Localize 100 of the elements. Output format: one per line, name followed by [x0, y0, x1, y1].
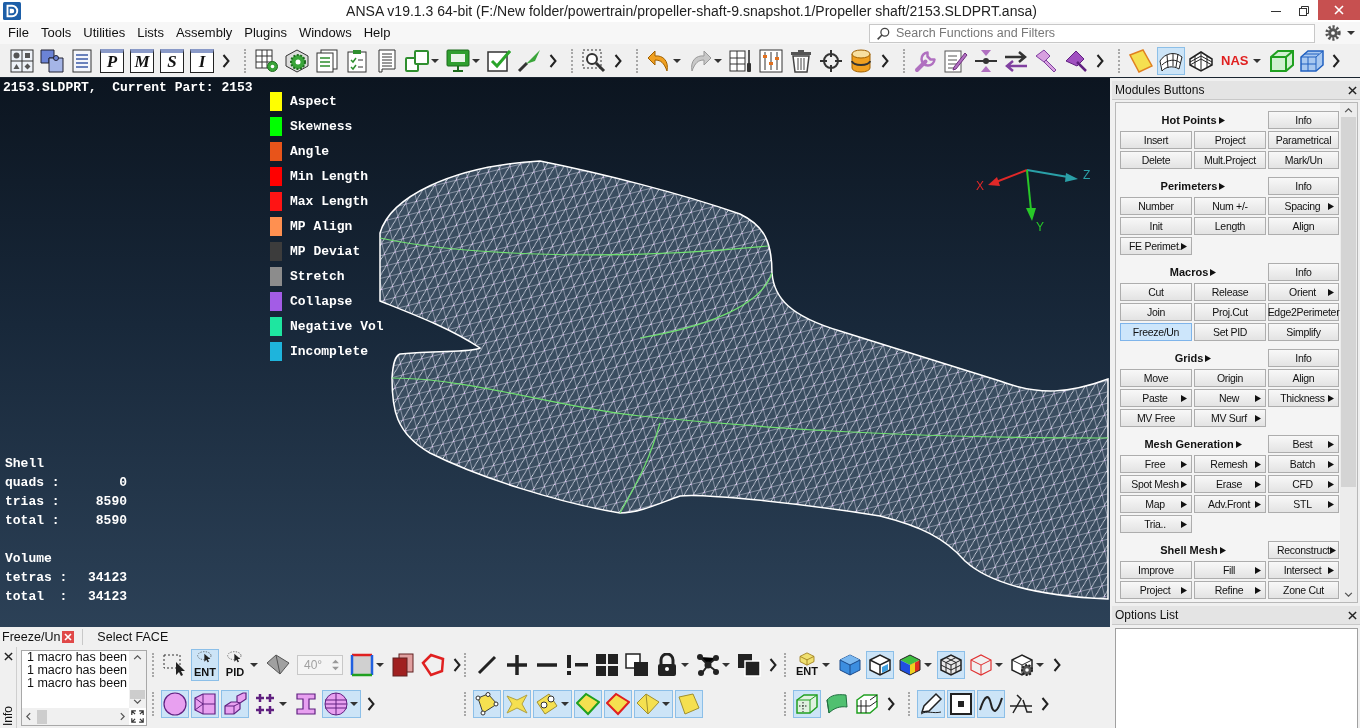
menu-item[interactable]: Lists	[131, 23, 170, 43]
chevron-icon[interactable]	[881, 53, 889, 68]
section-title[interactable]: Grids	[1120, 349, 1266, 367]
scrollbar-thumb[interactable]	[1341, 117, 1356, 487]
chevron-icon[interactable]	[1096, 53, 1104, 68]
minimize-icon[interactable]	[1271, 10, 1281, 12]
module-button[interactable]: Improve	[1120, 561, 1192, 579]
solid-cube-icon[interactable]	[838, 652, 862, 677]
puzzle-icon[interactable]	[40, 48, 64, 73]
node-network-icon[interactable]	[696, 652, 720, 677]
module-button[interactable]: Orient	[1268, 283, 1339, 301]
module-button[interactable]: Intersect	[1268, 561, 1339, 579]
module-button[interactable]: Info	[1268, 349, 1339, 367]
chevron-right-icon[interactable]	[120, 712, 125, 721]
letter-button[interactable]: P	[100, 48, 124, 73]
module-button[interactable]: Align	[1268, 217, 1339, 235]
module-button[interactable]: Delete	[1120, 151, 1192, 169]
four-point-star-button[interactable]	[503, 689, 531, 718]
function-tab[interactable]: Freeze/Un	[0, 630, 75, 644]
menu-item[interactable]: Tools	[34, 23, 78, 43]
clipboard-check-icon[interactable]	[345, 48, 369, 73]
prism-button[interactable]	[191, 689, 219, 718]
chevron-icon[interactable]	[222, 53, 230, 68]
crosshair-icon[interactable]	[819, 48, 843, 73]
expand-icon[interactable]	[131, 710, 144, 723]
menu-item[interactable]: Utilities	[77, 23, 132, 43]
lock-icon[interactable]	[655, 652, 679, 677]
section-title[interactable]: Mesh Generation	[1120, 435, 1266, 453]
caret-icon[interactable]	[714, 58, 722, 63]
module-button[interactable]: Proj.Cut	[1194, 303, 1266, 321]
mesh-box-frame-button[interactable]	[793, 689, 821, 718]
module-button[interactable]: Best	[1268, 435, 1339, 453]
module-button[interactable]: Number	[1120, 197, 1192, 215]
trash-icon[interactable]	[789, 48, 813, 73]
module-button[interactable]: Map	[1120, 495, 1192, 513]
hammer-icon[interactable]	[1034, 48, 1058, 73]
spatula-icon[interactable]	[1064, 48, 1088, 73]
module-button[interactable]: Join	[1120, 303, 1192, 321]
module-button[interactable]: Origin	[1194, 369, 1266, 387]
two-windows-icon[interactable]	[405, 48, 429, 73]
cube-gear-icon[interactable]	[1010, 652, 1034, 677]
curved-block-icon[interactable]	[825, 691, 849, 716]
align-center-icon[interactable]	[974, 48, 998, 73]
quad-points-button[interactable]	[473, 689, 501, 718]
letter-button[interactable]: I	[190, 48, 214, 73]
module-button[interactable]: Reconstruct	[1268, 541, 1339, 559]
module-button[interactable]: Simplify	[1268, 323, 1339, 341]
module-button[interactable]: New	[1194, 389, 1266, 407]
menu-item[interactable]: Assembly	[169, 23, 239, 43]
curve-button[interactable]	[976, 689, 1005, 718]
caret-icon[interactable]	[681, 662, 689, 667]
polygon-icon[interactable]	[421, 652, 445, 677]
chevron-up-icon[interactable]	[1344, 108, 1353, 113]
grid-cube-button[interactable]	[937, 650, 965, 679]
scrollbar-thumb[interactable]	[37, 709, 47, 724]
close-icon[interactable]	[1348, 85, 1357, 95]
plus-icon[interactable]	[505, 652, 529, 677]
menu-item[interactable]: Help	[357, 23, 397, 43]
module-button[interactable]: MV Surf	[1194, 409, 1266, 427]
settings-icon[interactable]	[1325, 25, 1341, 41]
notepad-pencil-icon[interactable]	[944, 48, 968, 73]
chevron-icon[interactable]	[1332, 53, 1341, 68]
box-frame-icon[interactable]	[1270, 48, 1295, 73]
stacked-squares-icon[interactable]	[737, 652, 761, 677]
caret-icon[interactable]	[995, 662, 1003, 667]
module-button[interactable]: Tria..	[1120, 515, 1192, 533]
module-button[interactable]: MV Free	[1120, 409, 1192, 427]
close-icon[interactable]	[1348, 610, 1357, 620]
grid-block-icon[interactable]	[855, 691, 879, 716]
menu-item[interactable]: Windows	[292, 23, 358, 43]
square-dot-button[interactable]	[946, 689, 975, 718]
extrude-button[interactable]	[221, 689, 249, 718]
menu-item[interactable]: Plugins	[238, 23, 293, 43]
module-button[interactable]: Edge2Perimeter	[1268, 303, 1339, 321]
deck-button[interactable]: NAS	[1217, 46, 1267, 75]
mesh-box-icon[interactable]	[1300, 48, 1325, 73]
sphere-lines-button[interactable]	[322, 689, 361, 718]
section-title[interactable]: Perimeters	[1120, 177, 1266, 195]
mesh-surface-button[interactable]	[1157, 46, 1185, 75]
module-button[interactable]: Thickness	[1268, 389, 1339, 407]
contour-cube-icon[interactable]	[898, 652, 922, 677]
module-button[interactable]: Refine	[1194, 581, 1266, 599]
face-outline-button[interactable]	[574, 689, 602, 718]
close-icon[interactable]	[3, 652, 13, 661]
module-button[interactable]: Free	[1120, 455, 1192, 473]
monitor-icon[interactable]	[446, 48, 470, 73]
chevron-icon[interactable]	[1040, 696, 1049, 711]
caret-icon[interactable]	[431, 58, 439, 63]
wrench-icon[interactable]	[914, 48, 938, 73]
list-icon[interactable]	[70, 48, 94, 73]
module-button[interactable]: Parametrical	[1268, 131, 1339, 149]
four-squares-icon[interactable]	[595, 652, 619, 677]
scrollbar-thumb[interactable]	[130, 690, 145, 699]
module-button[interactable]: Info	[1268, 263, 1339, 281]
caret-icon[interactable]	[279, 701, 287, 706]
close-button[interactable]	[1318, 0, 1360, 20]
module-button[interactable]: Info	[1268, 177, 1339, 195]
module-button[interactable]: Project	[1120, 581, 1192, 599]
select-box-icon[interactable]	[163, 652, 187, 677]
chevron-left-icon[interactable]	[26, 712, 31, 721]
